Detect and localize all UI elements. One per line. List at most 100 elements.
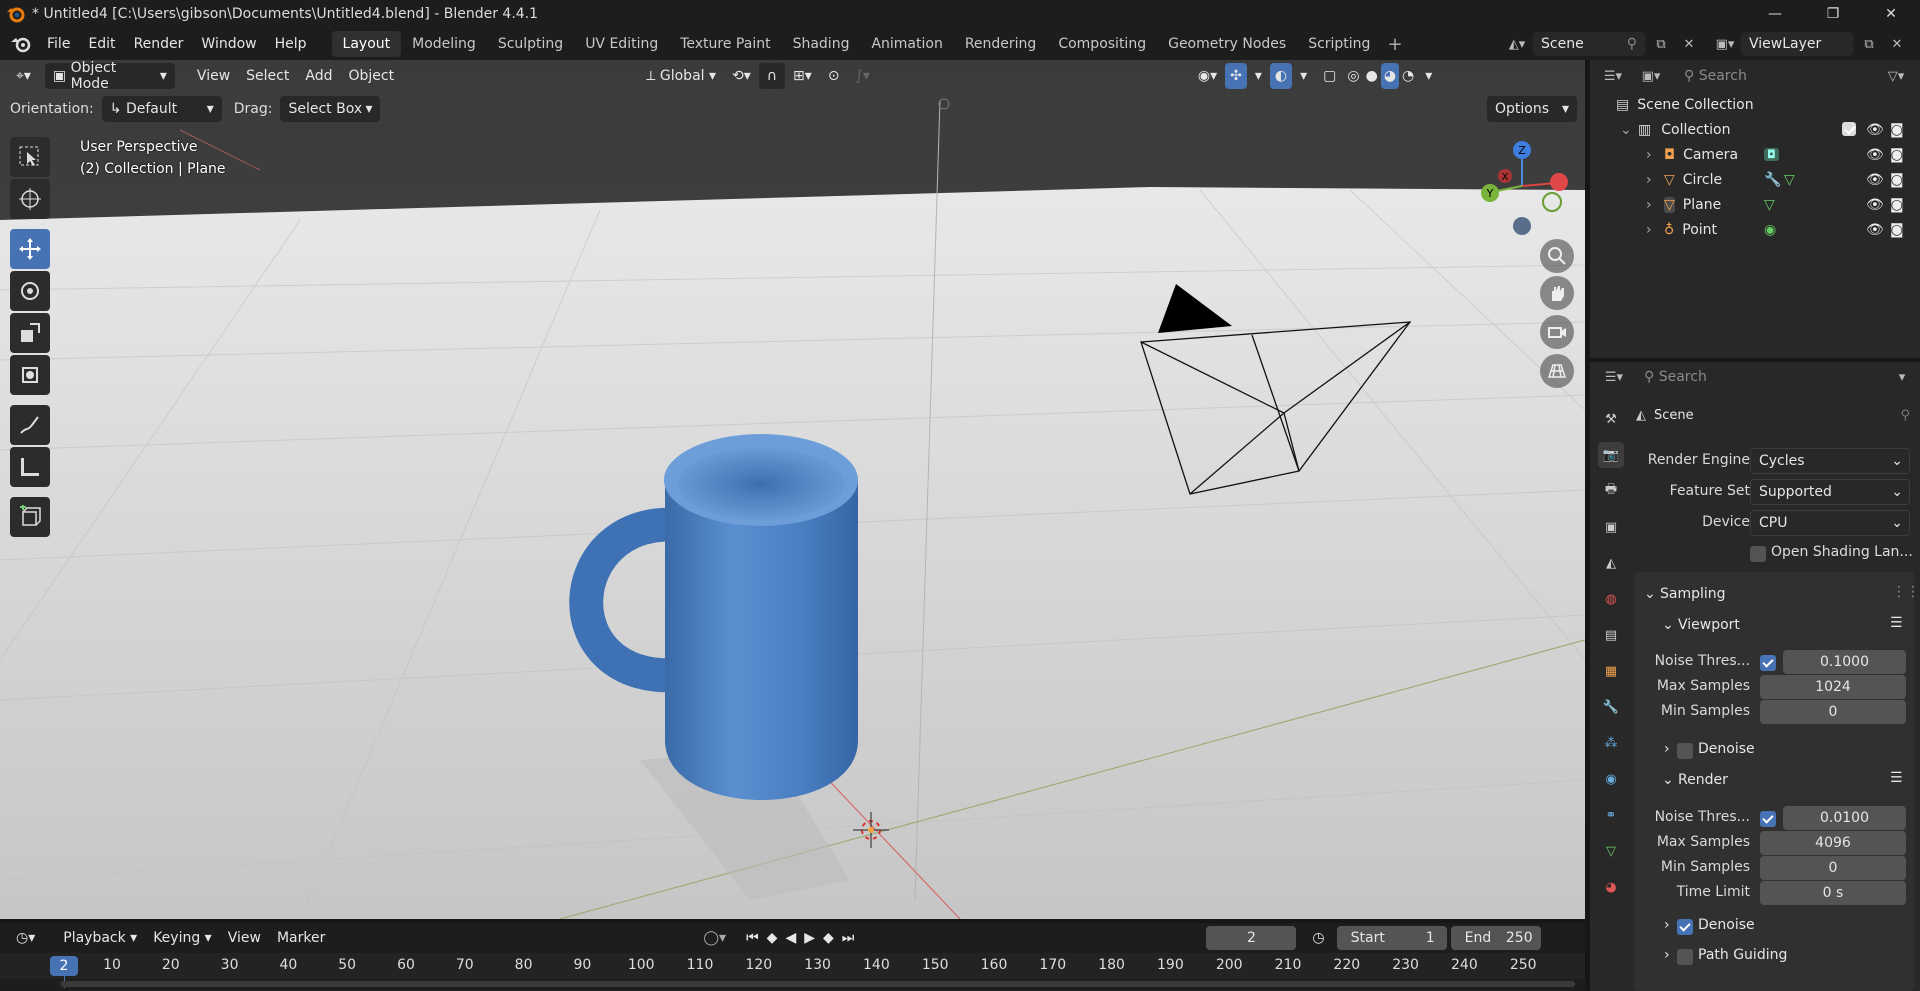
wireframe-shading-icon[interactable]: ◎: [1344, 63, 1362, 89]
path-guiding-expand-icon[interactable]: ›: [1664, 947, 1670, 963]
view-layer-field[interactable]: ViewLayer: [1741, 32, 1853, 56]
remove-scene-icon[interactable]: ✕: [1677, 32, 1701, 56]
feature-set-dropdown[interactable]: Supported ⌄: [1750, 479, 1910, 505]
end-frame-field[interactable]: End 250: [1450, 926, 1541, 950]
xray-icon[interactable]: ▢: [1315, 63, 1344, 89]
object-tab-icon[interactable]: ▦: [1598, 658, 1624, 684]
tab-texture-paint[interactable]: Texture Paint: [669, 31, 781, 57]
tab-geometry-nodes[interactable]: Geometry Nodes: [1157, 31, 1297, 57]
frame-ruler[interactable]: 2 10 20 30 40 50 60 70 80 90 100 110 120 130 140 150 16…: [0, 953, 1585, 988]
filter-icon[interactable]: ▽▾: [1876, 64, 1916, 88]
visibility-icon[interactable]: ◉▾: [1190, 63, 1225, 89]
drag-handle-icon[interactable]: ⋮⋮: [1892, 584, 1920, 600]
prev-keyframe-icon[interactable]: ◆: [763, 925, 782, 951]
particles-tab-icon[interactable]: ⁂: [1598, 730, 1624, 756]
camera-data-icon[interactable]: ◘: [1764, 148, 1779, 161]
zoom-icon[interactable]: [1540, 239, 1574, 273]
blender-menu-icon[interactable]: [8, 33, 34, 55]
new-scene-icon[interactable]: ⧉: [1649, 32, 1673, 56]
data-tab-icon[interactable]: ▽: [1598, 838, 1624, 864]
outliner-editor-type-icon[interactable]: ☰▾: [1596, 64, 1630, 88]
rotate-tool[interactable]: [10, 271, 50, 311]
remove-view-layer-icon[interactable]: ✕: [1885, 32, 1909, 56]
time-limit-field[interactable]: 0 s: [1760, 881, 1906, 905]
plane-visibility-icon[interactable]: 👁: [1866, 197, 1884, 213]
gizmo-neg-x-icon[interactable]: [1550, 173, 1568, 191]
tool-tab-icon[interactable]: ⚒: [1598, 406, 1624, 432]
viewport-denoise-expand-icon[interactable]: ›: [1664, 741, 1670, 757]
viewport-denoise-label[interactable]: Denoise: [1698, 741, 1755, 757]
circle-modifier-icon[interactable]: 🔧: [1764, 172, 1781, 188]
measure-tool[interactable]: [10, 447, 50, 487]
render-tab-icon[interactable]: 📷: [1598, 442, 1624, 468]
scene-tab-icon[interactable]: ◭: [1598, 550, 1624, 576]
collection-tab-icon[interactable]: ▤: [1598, 622, 1624, 648]
navigation-gizmo[interactable]: Z X Y: [1470, 138, 1580, 238]
maximize-button[interactable]: ❐: [1804, 0, 1862, 28]
gizmo-neg-y-icon[interactable]: [1542, 192, 1562, 212]
plane-render-icon[interactable]: ◙: [1890, 197, 1904, 213]
menu-edit[interactable]: Edit: [79, 28, 124, 60]
world-tab-icon[interactable]: ◍: [1598, 586, 1624, 612]
next-keyframe-icon[interactable]: ◆: [819, 925, 838, 951]
render-denoise-label[interactable]: Denoise: [1698, 917, 1755, 933]
viewport-denoise-checkbox[interactable]: [1677, 743, 1693, 759]
circle-visibility-icon[interactable]: 👁: [1866, 172, 1884, 188]
marker-menu[interactable]: Marker: [269, 925, 333, 951]
viewport-presets-icon[interactable]: ☰: [1890, 615, 1903, 631]
point-visibility-icon[interactable]: 👁: [1866, 222, 1884, 238]
render-noise-field[interactable]: 0.0100: [1783, 806, 1906, 830]
render-subpanel-header[interactable]: Render: [1678, 772, 1728, 788]
render-max-samples-field[interactable]: 4096: [1760, 831, 1906, 855]
collection-expand-icon[interactable]: ⌄: [1620, 122, 1638, 138]
outliner-item-circle[interactable]: › ▽ Circle 🔧 ▽ 👁 ◙: [1590, 167, 1920, 192]
viewport-menu-select[interactable]: Select: [238, 63, 297, 89]
timeline-editor-type-icon[interactable]: ◷▾: [8, 925, 43, 951]
physics-tab-icon[interactable]: ◉: [1598, 766, 1624, 792]
solid-shading-icon[interactable]: ●: [1363, 63, 1381, 89]
annotate-tool[interactable]: [10, 405, 50, 445]
circle-render-icon[interactable]: ◙: [1890, 172, 1904, 188]
camera-visibility-icon[interactable]: 👁: [1866, 147, 1884, 163]
play-icon[interactable]: ▶: [800, 925, 819, 951]
point-render-icon[interactable]: ◙: [1890, 222, 1904, 238]
collection-row[interactable]: ⌄ ▥ Collection 👁 ◙: [1590, 117, 1920, 142]
tab-rendering[interactable]: Rendering: [954, 31, 1048, 57]
scene-collection-row[interactable]: ▤ Scene Collection: [1590, 92, 1920, 117]
viewport-expand-icon[interactable]: ⌄: [1662, 617, 1674, 633]
snap-target-icon[interactable]: ⊞▾: [785, 63, 820, 89]
pin-icon[interactable]: ⚲: [1627, 36, 1637, 52]
move-tool[interactable]: [10, 229, 50, 269]
outliner-search-input[interactable]: ⚲ Search: [1676, 64, 1820, 88]
viewport-noise-checkbox[interactable]: [1760, 655, 1776, 671]
constraints-tab-icon[interactable]: ⚭: [1598, 802, 1624, 828]
minimize-button[interactable]: —: [1746, 0, 1804, 28]
tab-layout[interactable]: Layout: [331, 31, 402, 57]
camera-expand-icon[interactable]: ›: [1646, 147, 1664, 163]
sampling-expand-icon[interactable]: ⌄: [1644, 586, 1656, 602]
outliner-item-camera[interactable]: › ◘ Camera ◘ 👁 ◙: [1590, 142, 1920, 167]
view-layer-tab-icon[interactable]: ▣: [1598, 514, 1624, 540]
collection-render-icon[interactable]: ◙: [1890, 122, 1904, 138]
cursor-tool[interactable]: [10, 179, 50, 219]
close-button[interactable]: ✕: [1862, 0, 1920, 28]
properties-options-icon[interactable]: ▾: [1890, 365, 1914, 389]
circle-expand-icon[interactable]: ›: [1646, 172, 1664, 188]
display-mode-icon[interactable]: ▣▾: [1634, 64, 1668, 88]
material-tab-icon[interactable]: ◕: [1598, 874, 1624, 900]
gizmo-toggle-icon[interactable]: ✣: [1225, 63, 1247, 89]
overlay-dropdown-icon[interactable]: ▾: [1292, 63, 1315, 89]
outliner-item-plane[interactable]: › ▽ Plane ▽ 👁 ◙: [1590, 192, 1920, 217]
overlay-toggle-icon[interactable]: ◐: [1269, 63, 1293, 89]
scene-icon[interactable]: ◭▾: [1505, 32, 1529, 56]
viewport-menu-add[interactable]: Add: [297, 63, 340, 89]
add-workspace-icon[interactable]: +: [1387, 34, 1402, 55]
tab-scripting[interactable]: Scripting: [1297, 31, 1381, 57]
mode-dropdown[interactable]: ▣ Object Mode ▾: [44, 60, 175, 92]
orientation-dropdown[interactable]: ↳ Default ▾: [101, 96, 222, 122]
add-cube-tool[interactable]: [10, 497, 50, 537]
pan-hand-icon[interactable]: [1540, 276, 1574, 310]
plane-expand-icon[interactable]: ›: [1646, 197, 1664, 213]
render-min-samples-field[interactable]: 0: [1760, 856, 1906, 880]
properties-editor-type-icon[interactable]: ☰▾: [1596, 365, 1632, 389]
